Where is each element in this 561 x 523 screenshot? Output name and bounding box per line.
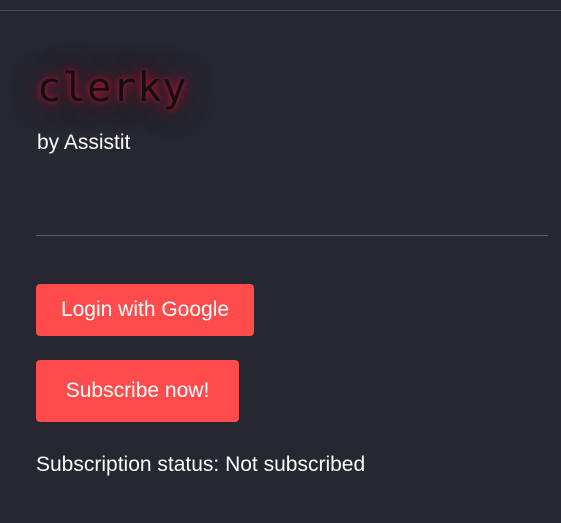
app-logo: clerky [37, 65, 188, 111]
login-with-google-button[interactable]: Login with Google [36, 284, 254, 336]
subscribe-now-button[interactable]: Subscribe now! [36, 360, 239, 422]
byline-text: by Assistit [37, 131, 131, 154]
subscription-status-text: Subscription status: Not subscribed [36, 453, 366, 476]
top-divider [0, 10, 561, 11]
section-divider [36, 235, 548, 236]
